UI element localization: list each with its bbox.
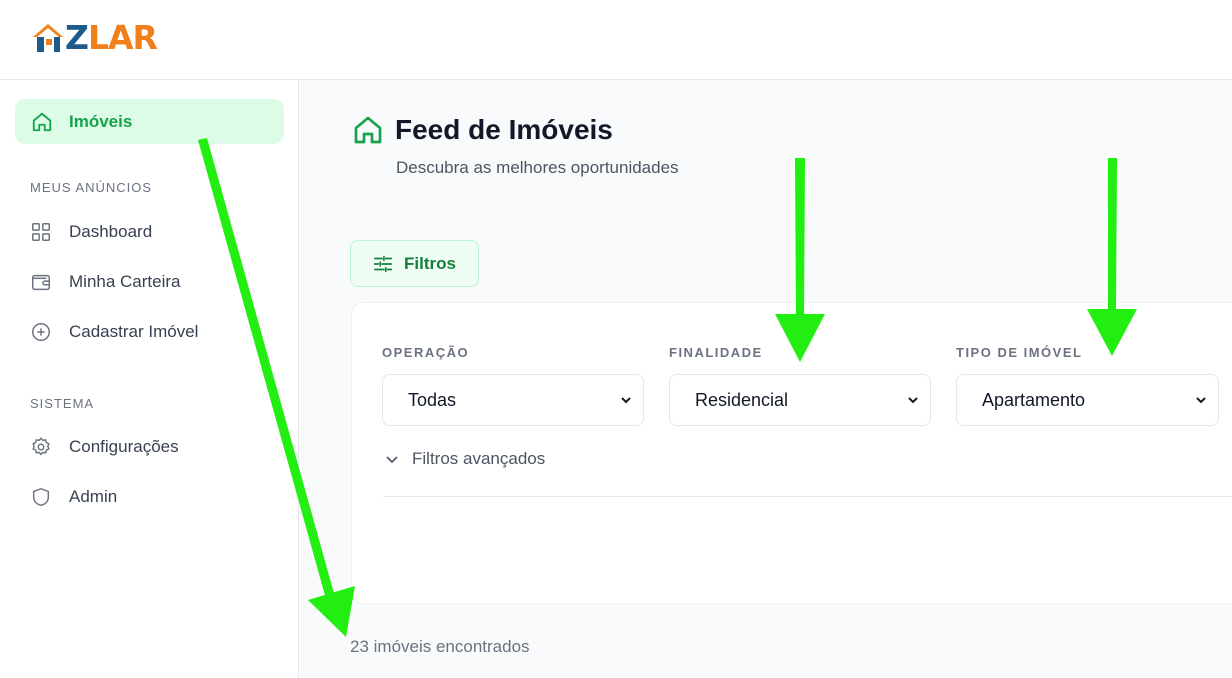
sidebar-item-label: Dashboard [69,222,153,241]
plus-circle-icon [32,323,50,341]
advanced-filters-toggle[interactable]: Filtros avançados [384,449,545,469]
page-title: Feed de Imóveis [395,114,613,145]
select-value: Todas [408,389,457,410]
chevron-down-icon [386,456,398,464]
sidebar-item-admin[interactable]: Admin [30,482,284,512]
tipo-imovel-select[interactable]: Apartamento [956,374,1219,426]
sidebar-item-label: Admin [69,487,118,506]
filters-button[interactable]: Filtros [350,240,479,287]
select-value: Apartamento [982,389,1086,410]
main-content: Feed de Imóveis Descubra as melhores opo… [300,80,1232,678]
home-icon [354,116,382,144]
filters-card: OPERAÇÃO Todas FINALIDADE Residencial TI… [351,302,1232,604]
sidebar-item-configuracoes[interactable]: Configurações [30,432,284,462]
filters-button-label: Filtros [404,253,456,273]
sidebar-item-label: Imóveis [69,111,133,131]
results-count: 23 imóveis encontrados [350,637,530,656]
logo-house-icon [33,24,63,52]
chevron-down-icon [1196,397,1206,404]
logo[interactable]: ZLAR [31,18,158,57]
filter-label-operacao: OPERAÇÃO [382,345,470,360]
section-label-sistema: SISTEMA [30,396,95,411]
sidebar-item-label: Configurações [69,437,179,456]
select-value: Residencial [695,389,789,410]
sidebar: Imóveis MEUS ANÚNCIOS Dashboard Minha Ca… [0,80,299,678]
home-icon [32,112,52,131]
sidebar-item-label: Cadastrar Imóvel [69,322,199,341]
logo-text: ZLAR [65,18,158,57]
chevron-down-icon [621,397,631,404]
filter-label-tipo-imovel: TIPO DE IMÓVEL [956,345,1083,360]
finalidade-select[interactable]: Residencial [669,374,931,426]
gear-icon [32,437,50,456]
filter-label-finalidade: FINALIDADE [669,345,763,360]
sidebar-item-imoveis[interactable]: Imóveis [15,99,284,144]
sidebar-item-minha-carteira[interactable]: Minha Carteira [30,267,284,297]
advanced-filters-label: Filtros avançados [412,449,546,468]
operacao-select[interactable]: Todas [382,374,644,426]
grid-icon [32,223,50,241]
wallet-icon [32,274,50,291]
shield-icon [32,487,50,507]
chevron-down-icon [908,397,918,404]
sidebar-item-label: Minha Carteira [69,272,181,291]
page-subtitle: Descubra as melhores oportunidades [396,158,679,177]
section-label-meus-anuncios: MEUS ANÚNCIOS [30,180,153,195]
top-bar: ZLAR [0,0,1232,80]
divider [383,496,1232,497]
sidebar-item-dashboard[interactable]: Dashboard [30,217,284,247]
sidebar-item-cadastrar-imovel[interactable]: Cadastrar Imóvel [30,317,284,347]
sliders-icon [373,255,393,272]
